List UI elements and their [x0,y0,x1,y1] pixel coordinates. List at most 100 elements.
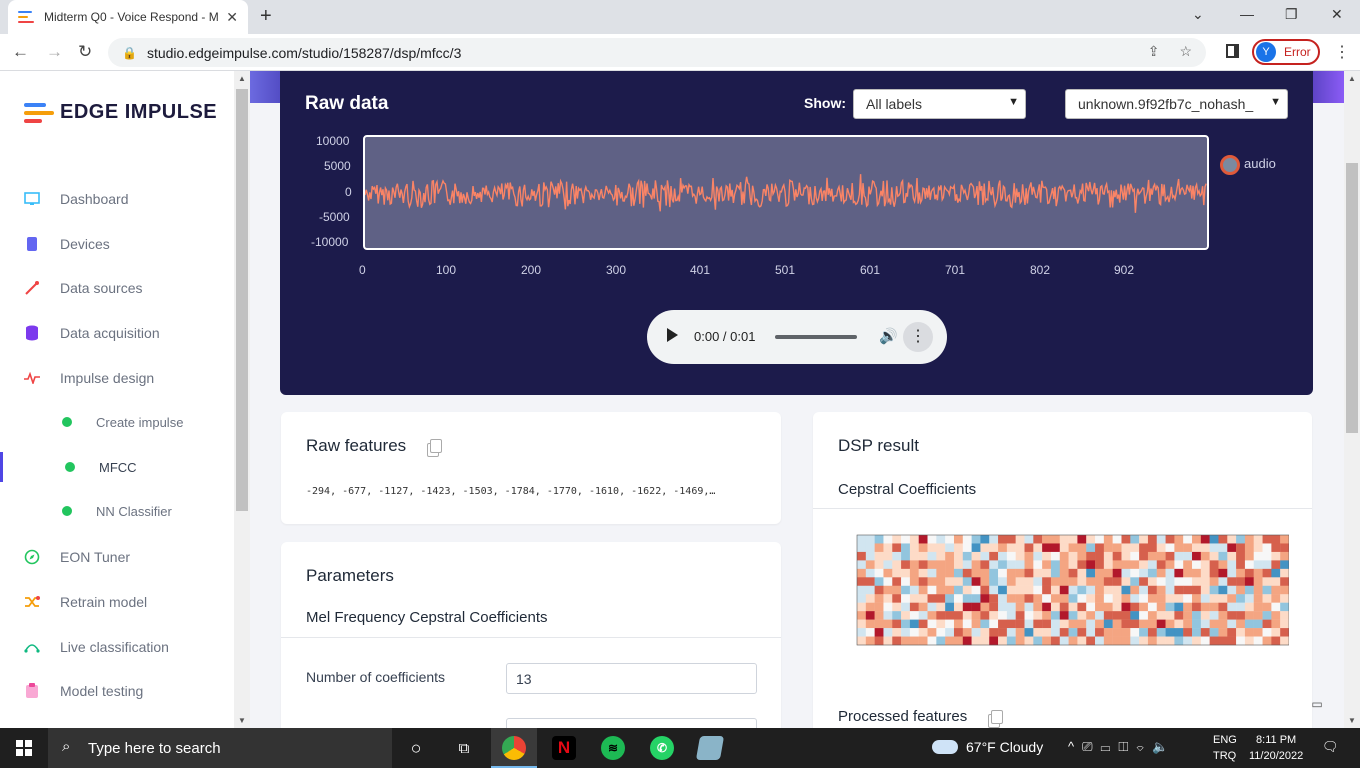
heatmap-cell [998,602,1008,612]
language-indicator[interactable]: ENG TRQ [1213,732,1237,764]
share-icon[interactable]: ⇪ [1148,43,1160,60]
heatmap-cell [1200,568,1210,578]
heatmap-cell [1121,594,1131,603]
scrollbar-thumb[interactable] [1346,163,1358,433]
scroll-up-icon[interactable]: ▲ [238,74,246,83]
weather-widget[interactable]: 67°F Cloudy [932,739,1043,755]
url-input[interactable]: 🔒 studio.edgeimpulse.com/studio/158287/d… [108,38,1206,67]
heatmap-cell [1139,585,1149,595]
num-coefficients-input[interactable]: 13 [506,663,757,694]
copy-icon[interactable] [988,710,1003,728]
sidebar-item-mfcc[interactable]: MFCC [0,452,234,482]
waveform-plot[interactable] [363,135,1209,250]
heatmap-cell [953,551,963,561]
tab-search-icon[interactable]: ⌄ [1192,6,1204,23]
heatmap-cell [865,543,875,553]
heatmap-cell [892,577,902,586]
sidebar-item-nn-classifier[interactable]: NN Classifier [0,496,234,526]
sidebar-item-live-classification[interactable]: Live classification [0,632,234,662]
whatsapp-icon[interactable]: ✆ [650,736,674,760]
heatmap-cell [1165,611,1175,620]
heatmap-cell [1059,577,1069,586]
sidebar-item-create-impulse[interactable]: Create impulse [0,407,234,437]
heatmap-cell [989,611,999,620]
windows-start-icon[interactable] [16,740,32,756]
heatmap-cell [980,577,990,586]
heatmap-cell [1112,628,1122,637]
sidebar-item-retrain-model[interactable]: Retrain model [0,587,234,617]
minimize-icon[interactable]: — [1240,6,1254,22]
spotify-icon[interactable]: ≋ [601,736,625,760]
chrome-icon[interactable] [502,736,526,760]
taskbar-search-input[interactable]: ⌕ Type here to search [48,728,392,768]
clock[interactable]: 8:11 PM 11/20/2022 [1249,732,1303,764]
heatmap-cell [998,543,1008,553]
sidebar-item-label: EON Tuner [60,549,131,565]
profile-button[interactable]: Y Error [1252,39,1320,65]
scroll-down-icon[interactable]: ▼ [1348,716,1356,725]
heatmap-cell [1183,636,1193,646]
heatmap-cell [1280,577,1289,586]
sample-select[interactable]: unknown.9f92fb7c_nohash_ ▼ [1065,89,1288,119]
heatmap-cell [909,611,919,620]
heatmap-cell [971,560,981,570]
volume-icon[interactable]: 🔊 [879,327,898,345]
heatmap-cell [918,602,928,612]
heatmap-cell [1006,535,1016,544]
sidebar-item-impulse-design[interactable]: Impulse design [0,363,234,393]
heatmap-cell [883,594,893,603]
heatmap-cell [945,535,955,544]
sidebar-scrollbar[interactable]: ▲ ▼ [234,71,250,728]
browser-menu-icon[interactable]: ⋮ [1334,42,1350,62]
notifications-icon[interactable]: 🗨 [1322,739,1339,755]
heatmap-cell [1227,602,1237,612]
scrollbar-thumb[interactable] [236,89,248,511]
heatmap-cell [1121,602,1131,612]
bookmark-star-icon[interactable]: ☆ [1179,43,1192,60]
heatmap-cell [1103,602,1113,612]
close-window-icon[interactable]: ✕ [1331,6,1343,23]
heatmap-cell [971,602,981,612]
copy-icon[interactable] [427,439,442,457]
side-panel-icon[interactable] [1226,44,1239,58]
restore-icon[interactable]: ❐ [1285,6,1298,23]
heatmap-cell [945,551,955,561]
browser-tab[interactable]: Midterm Q0 - Voice Respond - M ✕ [8,0,248,34]
sidebar-item-devices[interactable]: Devices [0,229,234,259]
app-icon[interactable] [695,736,725,760]
task-view-icon[interactable]: ⧉ [452,736,476,760]
back-icon[interactable]: ← [12,42,29,62]
heatmap-cell [1253,594,1263,603]
sidebar-item-data-acquisition[interactable]: Data acquisition [0,318,234,348]
heatmap-cell [1244,636,1254,646]
legend-marker-icon[interactable] [1220,155,1240,175]
sidebar-item-eon-tuner[interactable]: EON Tuner [0,542,234,572]
scroll-up-icon[interactable]: ▲ [1348,74,1356,83]
cortana-icon[interactable]: ○ [404,736,428,760]
heatmap-cell [1165,543,1175,553]
reload-icon[interactable]: ↻ [78,42,92,62]
main-scrollbar[interactable]: ▲ ▼ [1344,71,1360,728]
system-tray-icons[interactable]: ^⎚▭◫⌔🔈 [1068,739,1176,755]
feedback-chat-icon[interactable]: ▭ [1305,692,1329,716]
close-tab-icon[interactable]: ✕ [226,9,238,26]
more-options-icon[interactable]: ⋮ [903,322,933,352]
heatmap-cell [962,594,972,603]
sidebar-item-label: Data acquisition [60,325,160,341]
heatmap-cell [1209,636,1219,646]
label-filter-select[interactable]: All labels ▼ [853,89,1026,119]
sidebar-item-dashboard[interactable]: Dashboard [0,184,234,214]
new-tab-icon[interactable]: + [260,5,272,28]
forward-icon[interactable]: → [46,42,63,62]
netflix-icon[interactable]: N [552,736,576,760]
brand-logo[interactable]: EDGE IMPULSE [24,101,217,124]
heatmap-cell [927,619,937,629]
play-icon[interactable] [667,328,678,342]
x-tick-label: 401 [690,263,711,277]
heatmap-cell [1033,594,1043,603]
audio-progress-slider[interactable] [775,335,857,339]
sidebar-item-model-testing[interactable]: Model testing [0,676,234,706]
heatmap-cell [1077,628,1087,637]
sidebar-item-data-sources[interactable]: Data sources [0,273,234,303]
scroll-down-icon[interactable]: ▼ [238,716,246,725]
